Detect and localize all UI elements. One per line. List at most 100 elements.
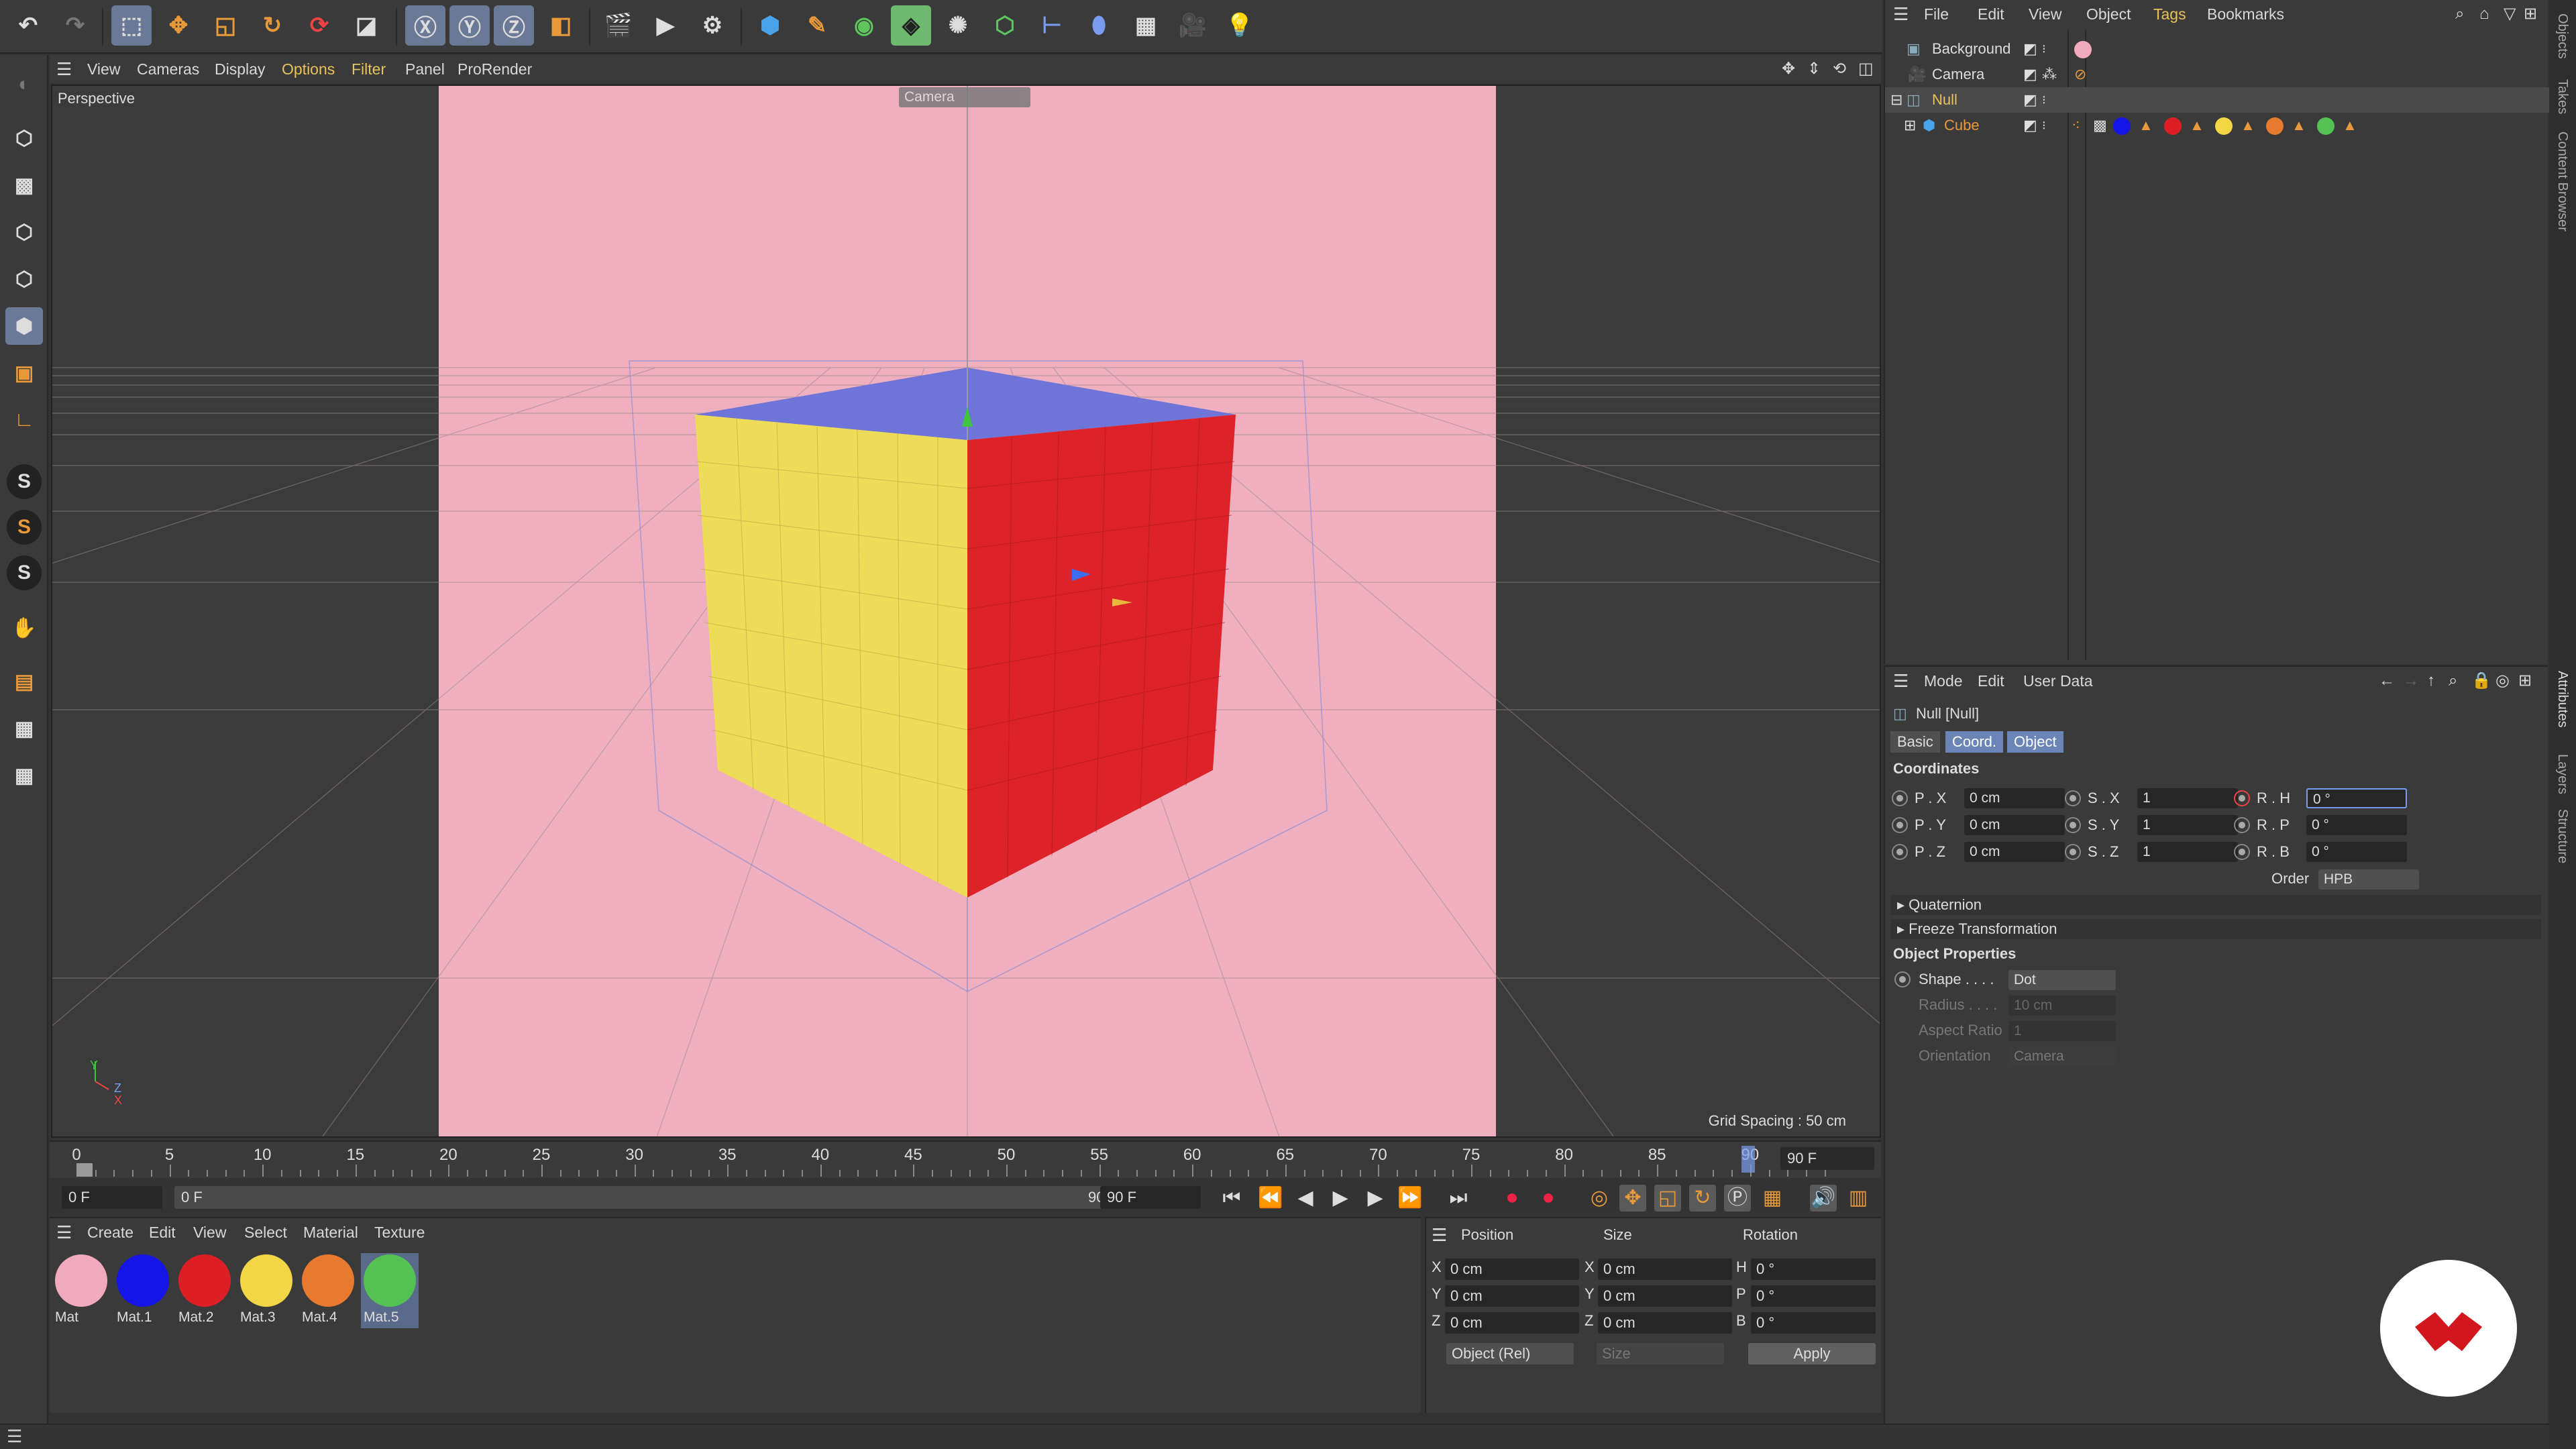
- record-position-icon[interactable]: ✥: [1619, 1185, 1646, 1212]
- visibility-icon[interactable]: ◩: [2023, 113, 2037, 138]
- material-swatch[interactable]: Mat.3: [237, 1253, 295, 1328]
- viewport-menu-prorender[interactable]: ProRender: [458, 55, 532, 83]
- attributes-menu-edit[interactable]: Edit: [1978, 667, 2004, 695]
- objects-menu-bookmarks[interactable]: Bookmarks: [2207, 0, 2284, 28]
- objects-home-icon[interactable]: ⌂: [2479, 0, 2489, 28]
- material-menu-edit[interactable]: Edit: [149, 1218, 176, 1246]
- psr-icon[interactable]: ⟳: [299, 5, 339, 46]
- side-tab-structure[interactable]: Structure: [2555, 809, 2570, 863]
- polygons-mode-icon[interactable]: ⬢: [5, 307, 43, 345]
- attr-position-field[interactable]: 0 cm: [1964, 815, 2065, 835]
- objects-menu-tags[interactable]: Tags: [2153, 0, 2186, 28]
- redo-icon[interactable]: ↷: [55, 5, 95, 46]
- attr-scale-field[interactable]: 1: [2137, 815, 2238, 835]
- attr-position-field[interactable]: 0 cm: [1964, 842, 2065, 862]
- tab-basic[interactable]: Basic: [1890, 731, 1940, 753]
- selection-tag-icon[interactable]: ▲: [2292, 113, 2306, 138]
- texture-mode-icon[interactable]: ▩: [5, 166, 43, 204]
- zoom-view-icon[interactable]: ⇕: [1807, 55, 1821, 83]
- coord-position-field[interactable]: 0 cm: [1445, 1312, 1579, 1334]
- freeze-transformation-section[interactable]: ▸ Freeze Transformation: [1890, 919, 2541, 939]
- selection-tag-icon[interactable]: ▲: [2343, 113, 2357, 138]
- go-to-end-icon[interactable]: ⏭: [1445, 1185, 1472, 1212]
- material-tag-icon[interactable]: [2215, 117, 2233, 135]
- attributes-menu-mode[interactable]: Mode: [1924, 667, 1963, 695]
- lock-icon[interactable]: 🔒: [2471, 667, 2491, 695]
- viewport-menu-cameras[interactable]: Cameras: [137, 55, 199, 83]
- shape-select[interactable]: Dot: [2008, 970, 2116, 990]
- phong-tag-icon[interactable]: ⁖: [2072, 113, 2080, 138]
- tweak-mode-icon[interactable]: ✋: [5, 609, 43, 647]
- x-axis-lock-icon[interactable]: Ⓧ: [405, 5, 445, 46]
- back-arrow-icon[interactable]: ←: [2379, 667, 2395, 695]
- material-menu-create[interactable]: Create: [87, 1218, 133, 1246]
- viewport-menu-filter[interactable]: Filter: [352, 55, 386, 83]
- coord-position-field[interactable]: 0 cm: [1445, 1285, 1579, 1307]
- viewport-menu-display[interactable]: Display: [215, 55, 265, 83]
- coord-size-field[interactable]: 0 cm: [1598, 1312, 1732, 1334]
- previous-key-icon[interactable]: ⏪: [1257, 1185, 1284, 1212]
- render-picture-viewer-icon[interactable]: ▶: [645, 5, 686, 46]
- render-settings-icon[interactable]: ⚙: [692, 5, 733, 46]
- record-icon[interactable]: ⏺: [1499, 1185, 1525, 1212]
- attr-scale-field[interactable]: 1: [2137, 842, 2238, 862]
- object-row-cube[interactable]: ⊞ ⬢ Cube ◩ ⁝ ⁖ ▩ ▲ ▲ ▲ ▲ ▲: [1885, 113, 2549, 138]
- selection-tag-icon[interactable]: ▲: [2241, 113, 2255, 138]
- render-view-icon[interactable]: 🎬: [598, 5, 639, 46]
- coord-position-field[interactable]: 0 cm: [1445, 1258, 1579, 1280]
- viewport-menu-view[interactable]: View: [87, 55, 120, 83]
- frame-range-slider[interactable]: 0 F 90 F: [174, 1186, 1127, 1209]
- apply-button[interactable]: Apply: [1748, 1343, 1876, 1364]
- objects-menu-edit[interactable]: Edit: [1978, 0, 2004, 28]
- attributes-new-window-icon[interactable]: ⊞: [2518, 667, 2532, 695]
- material-swatch[interactable]: Mat: [52, 1253, 110, 1328]
- attr-position-animate-icon[interactable]: [1892, 790, 1908, 806]
- attr-rotation-animate-icon[interactable]: [2234, 844, 2250, 860]
- previous-frame-icon[interactable]: ◀: [1292, 1185, 1319, 1212]
- mograph-cloner-icon[interactable]: ✺: [938, 5, 978, 46]
- y-axis-lock-icon[interactable]: Ⓨ: [449, 5, 490, 46]
- go-to-start-icon[interactable]: ⏮: [1218, 1185, 1245, 1212]
- attributes-menu-userdata[interactable]: User Data: [2023, 667, 2093, 695]
- objects-search-icon[interactable]: ⌕: [2455, 0, 2464, 28]
- axis-mode-icon[interactable]: ∟: [5, 401, 43, 439]
- aspect-ratio-field[interactable]: 1: [2008, 1021, 2116, 1041]
- side-tab-attributes[interactable]: Attributes: [2555, 671, 2570, 727]
- material-tag-icon[interactable]: [2266, 117, 2284, 135]
- material-menu-view[interactable]: View: [193, 1218, 226, 1246]
- timeline-end-field[interactable]: 90 F: [1780, 1147, 1874, 1170]
- settings-circle-icon[interactable]: ◎: [2496, 667, 2510, 695]
- attributes-hamburger-icon[interactable]: ☰: [1893, 667, 1909, 695]
- side-tab-layers[interactable]: Layers: [2555, 754, 2570, 794]
- visibility-icon[interactable]: ◩: [2023, 87, 2037, 113]
- texture-tag-icon[interactable]: ▩: [2093, 113, 2107, 138]
- snap-icon[interactable]: S: [7, 464, 42, 499]
- attr-position-field[interactable]: 0 cm: [1964, 788, 2065, 808]
- scale-icon[interactable]: ◱: [205, 5, 246, 46]
- record-pla-icon[interactable]: ▦: [1759, 1185, 1786, 1212]
- attr-position-animate-icon[interactable]: [1892, 817, 1908, 833]
- render-dots-icon[interactable]: ⁝: [2042, 87, 2046, 113]
- viewport-menu-options[interactable]: Options: [282, 55, 335, 83]
- attr-position-animate-icon[interactable]: [1892, 844, 1908, 860]
- attr-rotation-field[interactable]: 0 °: [2306, 842, 2407, 862]
- selection-tag-icon[interactable]: ▲: [2139, 113, 2153, 138]
- sound-icon[interactable]: 🔊: [1810, 1185, 1837, 1212]
- make-editable-icon[interactable]: ◐: [5, 66, 43, 103]
- deformer-icon[interactable]: ⬡: [985, 5, 1025, 46]
- viewport-menu-panel[interactable]: Panel: [405, 55, 445, 83]
- camera-target-icon[interactable]: ⁂: [2042, 62, 2057, 87]
- planar-workplane-icon[interactable]: ▦: [5, 757, 43, 794]
- shape-animate-icon[interactable]: [1894, 971, 1911, 987]
- material-hamburger-icon[interactable]: ☰: [56, 1218, 72, 1246]
- material-tag-icon[interactable]: [2113, 117, 2131, 135]
- autokey-icon[interactable]: ⏺: [1535, 1185, 1562, 1212]
- tab-coord[interactable]: Coord.: [1945, 731, 2004, 753]
- objects-hamburger-icon[interactable]: ☰: [1893, 0, 1909, 28]
- up-arrow-icon[interactable]: ↑: [2427, 667, 2435, 695]
- material-menu-material[interactable]: Material: [303, 1218, 358, 1246]
- radius-field[interactable]: 10 cm: [2008, 996, 2116, 1016]
- snap-settings-icon[interactable]: S: [7, 510, 42, 545]
- camera-icon[interactable]: 🎥: [1173, 5, 1213, 46]
- play-icon[interactable]: ▶: [1327, 1185, 1354, 1212]
